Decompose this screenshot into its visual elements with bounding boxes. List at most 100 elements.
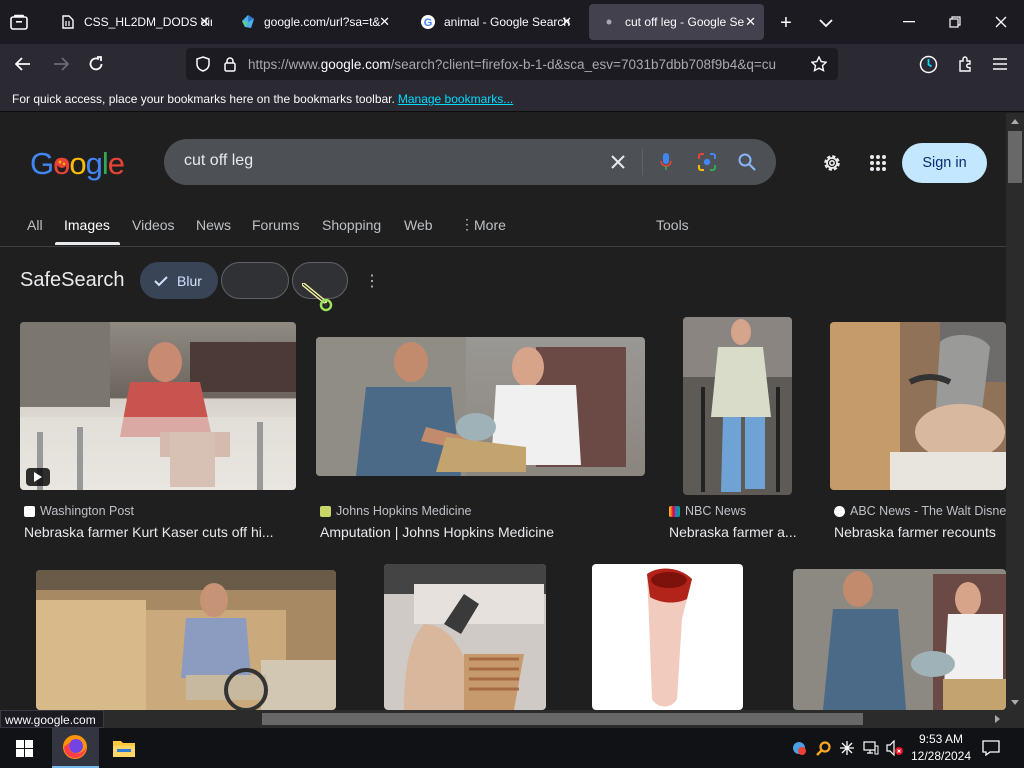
extensions-icon[interactable] [954, 53, 976, 75]
source-favicon-icon [669, 505, 680, 517]
horizontal-scroll-thumb[interactable] [262, 713, 863, 725]
close-tab-icon[interactable]: ✕ [199, 14, 210, 30]
result-source[interactable]: Johns Hopkins Medicine [320, 504, 472, 518]
tab-forums[interactable]: Forums [252, 217, 299, 233]
manage-bookmarks-link[interactable]: Manage bookmarks... [398, 92, 513, 106]
search-box[interactable]: cut off leg [164, 139, 776, 185]
apps-grid-icon[interactable] [866, 151, 890, 175]
voice-search-icon[interactable] [656, 151, 676, 173]
result-image[interactable] [316, 337, 645, 476]
close-tab-icon[interactable]: ✕ [561, 14, 572, 30]
tray-display-icon[interactable] [862, 739, 880, 757]
tab-title: CSS_HL2DM_DODS dir [84, 15, 212, 29]
tab-news[interactable]: News [196, 217, 231, 233]
result-image[interactable] [20, 322, 296, 490]
result-image[interactable] [793, 569, 1006, 710]
result-title[interactable]: Nebraska farmer recounts [834, 524, 1006, 540]
shield-icon[interactable] [194, 55, 212, 73]
tray-volume-muted-icon[interactable] [885, 739, 905, 757]
settings-gear-icon[interactable] [820, 151, 844, 175]
vertical-scroll-thumb[interactable] [1008, 131, 1022, 183]
vertical-scrollbar[interactable] [1006, 113, 1024, 710]
clear-search-icon[interactable] [608, 152, 628, 172]
source-favicon-icon [24, 505, 35, 517]
windows-start-icon[interactable] [14, 738, 34, 758]
google-logo[interactable]: Google [30, 146, 125, 182]
tab-title: animal - Google Search [444, 15, 571, 29]
status-url-text: www.google.com [5, 713, 96, 727]
url-bar[interactable]: https://www.google.com/search?client=fir… [186, 48, 838, 80]
firefox-account-icon[interactable] [917, 53, 939, 75]
result-image[interactable] [683, 317, 792, 495]
safesearch-more-icon[interactable]: ⋮ [362, 270, 382, 292]
url-prefix: https://www. [248, 57, 321, 72]
tray-app-icon[interactable] [790, 739, 808, 757]
source-name: ABC News - The Walt Disne [850, 504, 1006, 518]
result-title[interactable]: Nebraska farmer Kurt Kaser cuts off hi..… [24, 524, 296, 540]
sign-in-button[interactable]: Sign in [902, 143, 987, 183]
search-input[interactable]: cut off leg [184, 152, 253, 170]
taskbar-firefox[interactable] [52, 728, 99, 768]
back-icon[interactable] [12, 54, 34, 74]
new-tab-icon[interactable]: + [775, 12, 797, 34]
tools-button[interactable]: Tools [656, 217, 689, 233]
horizontal-scrollbar[interactable] [0, 710, 1024, 728]
lens-icon[interactable] [696, 151, 718, 173]
scroll-right-arrow-icon[interactable] [992, 714, 1002, 724]
globe-icon [240, 14, 256, 30]
file-icon [60, 14, 76, 30]
minimize-icon[interactable] [897, 12, 921, 32]
notification-center-icon[interactable] [981, 739, 1001, 757]
tab-web[interactable]: Web [404, 217, 433, 233]
result-image[interactable] [830, 322, 1006, 490]
source-favicon-icon [834, 505, 845, 517]
tab-css-dir[interactable]: CSS_HL2DM_DODS dir ✕ [48, 4, 218, 40]
close-tab-icon[interactable]: ✕ [379, 14, 390, 30]
result-image[interactable] [36, 570, 336, 710]
dot-icon [601, 14, 617, 30]
source-name: Johns Hopkins Medicine [336, 504, 472, 518]
more-dots-icon: ⋮ [460, 216, 474, 232]
url-text[interactable]: https://www.google.com/search?client=fir… [248, 57, 798, 72]
search-icon[interactable] [736, 151, 758, 173]
taskbar-file-explorer[interactable] [104, 728, 144, 768]
safesearch-option-chip[interactable] [221, 262, 289, 299]
scroll-down-arrow-icon[interactable] [1010, 698, 1020, 706]
result-image[interactable] [592, 564, 743, 710]
close-window-icon[interactable] [989, 12, 1013, 32]
tab-shopping[interactable]: Shopping [322, 217, 381, 233]
tab-animal-search[interactable]: G animal - Google Search ✕ [408, 4, 580, 40]
tab-images[interactable]: Images [64, 217, 110, 233]
result-image[interactable] [384, 564, 546, 710]
taskbar-clock[interactable]: 9:53 AM 12/28/2024 [908, 731, 974, 765]
active-tab-underline [55, 242, 120, 245]
reload-icon[interactable] [85, 54, 107, 74]
safesearch-blur-chip[interactable]: Blur [140, 262, 218, 299]
tray-search-icon[interactable] [815, 739, 833, 757]
tab-google-url[interactable]: google.com/url?sa=t& ✕ [228, 4, 398, 40]
result-source[interactable]: ABC News - The Walt Disne [834, 504, 1006, 518]
restore-icon[interactable] [943, 12, 967, 32]
result-source[interactable]: NBC News [669, 504, 746, 518]
search-divider [642, 149, 643, 175]
bookmark-star-icon[interactable] [810, 55, 828, 73]
result-title[interactable]: Amputation | Johns Hopkins Medicine [320, 524, 645, 540]
clock-time: 9:53 AM [918, 732, 964, 746]
close-tab-icon[interactable]: ✕ [745, 14, 756, 30]
list-all-tabs-icon[interactable] [815, 12, 837, 34]
firefox-view-icon[interactable] [8, 12, 30, 32]
lock-icon[interactable] [222, 55, 238, 73]
tab-videos[interactable]: Videos [132, 217, 175, 233]
menu-icon[interactable] [989, 53, 1011, 75]
source-name: NBC News [685, 504, 747, 518]
google-icon: G [420, 14, 436, 30]
forward-icon[interactable] [50, 54, 72, 74]
tray-network-icon[interactable] [838, 739, 856, 757]
scroll-up-arrow-icon[interactable] [1010, 117, 1020, 125]
mouse-cursor-icon [301, 282, 336, 315]
result-source[interactable]: Washington Post [24, 504, 134, 518]
tab-cut-off-leg[interactable]: cut off leg - Google Se ✕ [589, 4, 764, 40]
result-title[interactable]: Nebraska farmer a... [669, 524, 809, 540]
tab-all[interactable]: All [27, 217, 43, 233]
tab-more[interactable]: More [474, 217, 506, 233]
